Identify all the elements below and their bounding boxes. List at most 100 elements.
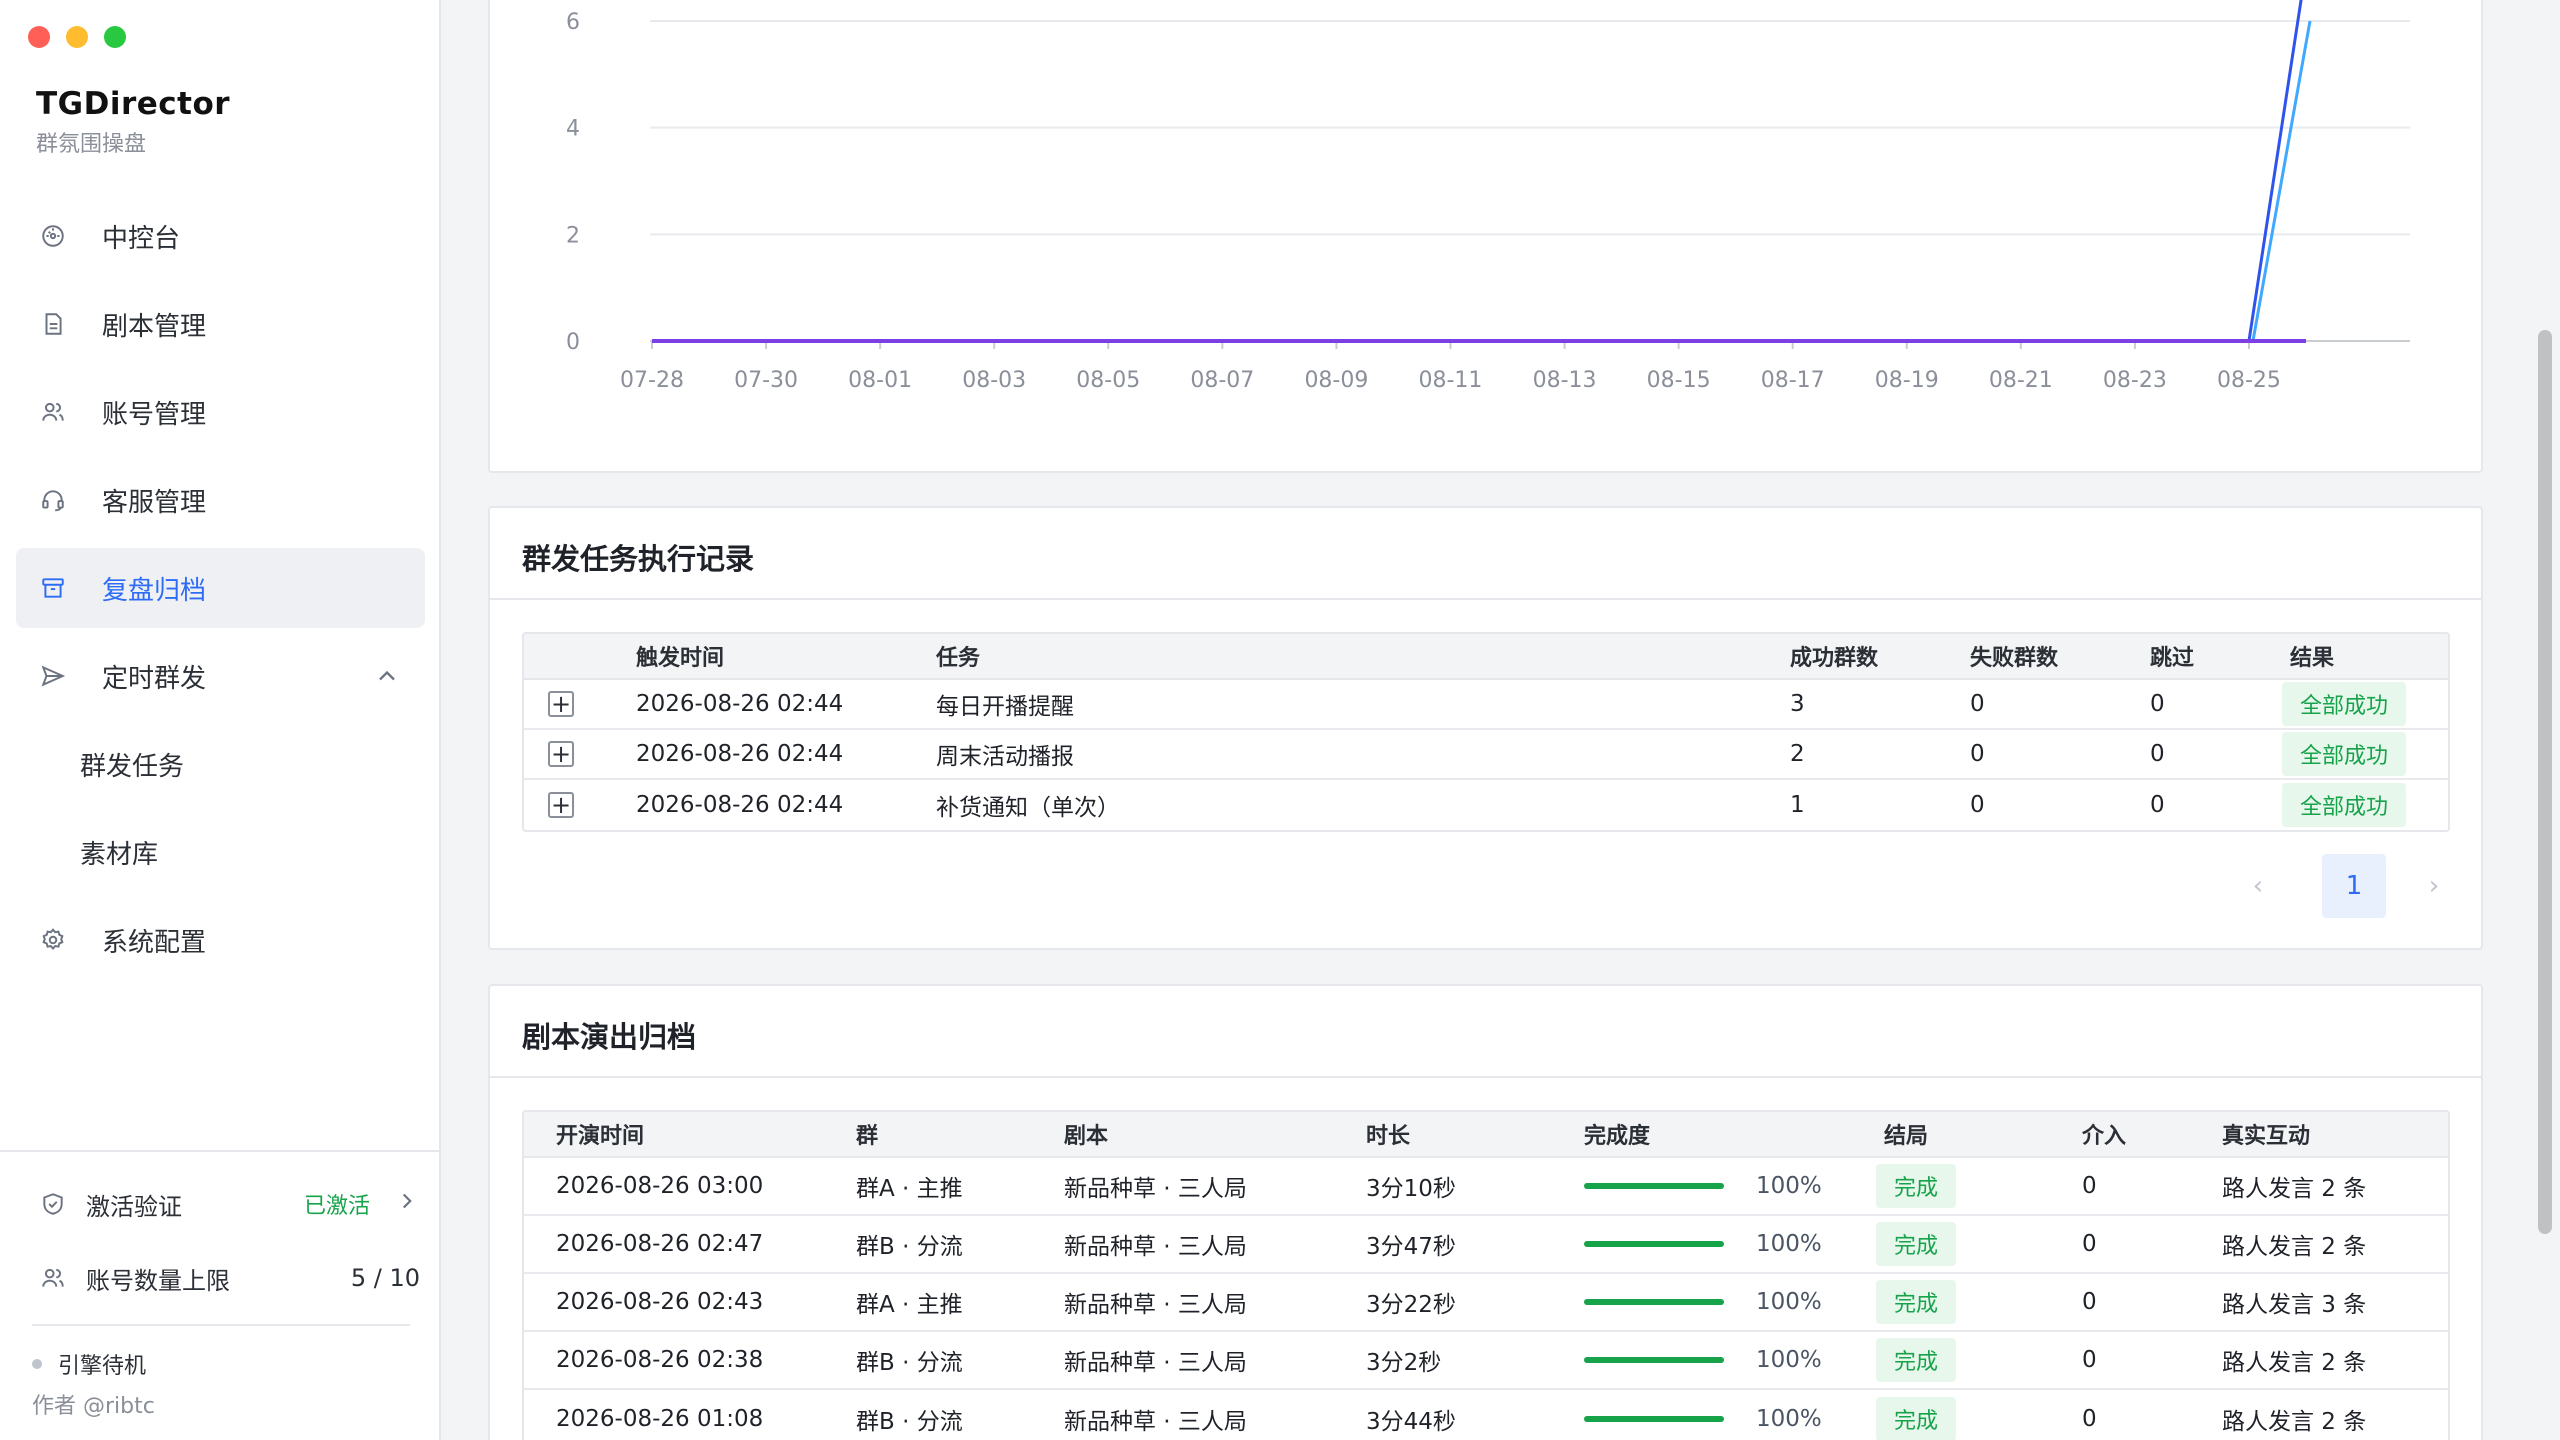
sidebar-item-label: 客服管理 [102,487,207,518]
y-tick-label: 0 [566,330,580,355]
sidebar-item-media-library[interactable]: 素材库 [16,812,425,892]
x-tick-label: 08-21 [1989,368,2053,393]
group-name: 群A · 主推 [856,1176,963,1202]
table-row[interactable]: 2026-08-26 02:43 群A · 主推 新品种草 · 三人局 3分22秒 10… [524,1274,2448,1332]
trigger-time: 2026-08-26 02:44 [636,792,844,818]
x-tick-label: 08-03 [962,368,1026,393]
result-badge: 全部成功 [2282,682,2407,726]
completion: 100% [1584,1332,1822,1388]
table-row[interactable]: 2026-08-26 01:08 群B · 分流 新品种草 · 三人局 3分44秒 10… [524,1390,2448,1440]
activation-status-badge: 已激活 [303,1194,370,1219]
account-limit-label: 账号数量上限 [86,1266,230,1295]
start-time: 2026-08-26 01:08 [556,1406,764,1432]
failed-count: 0 [1970,792,1985,818]
duration: 3分2秒 [1366,1350,1442,1376]
progress-label: 100% [1756,1406,1822,1432]
sidebar-item-dashboard[interactable]: 中控台 [16,196,425,276]
expand-row-button[interactable]: + [548,730,574,778]
column-header: 时长 [1366,1124,1411,1149]
completion: 100% [1584,1274,1822,1330]
close-window-button[interactable] [28,26,50,48]
sidebar-item-scripts[interactable]: 剧本管理 [16,284,425,364]
divider [490,1076,2481,1078]
send-icon [38,661,68,691]
x-tick-label: 08-23 [2103,368,2167,393]
sidebar-item-label: 素材库 [80,839,159,870]
completion: 100% [1584,1390,1822,1440]
sidebar-item-accounts[interactable]: 账号管理 [16,372,425,452]
table-row[interactable]: 2026-08-26 02:47 群B · 分流 新品种草 · 三人局 3分47秒 10… [524,1216,2448,1274]
column-header: 完成度 [1584,1124,1651,1149]
failed-count: 0 [1970,741,1985,767]
column-header: 真实互动 [2222,1124,2311,1149]
table-row[interactable]: 2026-08-26 02:38 群B · 分流 新品种草 · 三人局 3分2秒 100… [524,1332,2448,1390]
window-controls [28,26,126,48]
table-row[interactable]: + 2026-08-26 02:44 周末活动播报 2 0 0 全部成功 [524,730,2448,780]
activation-row[interactable]: 激活验证 已激活 [40,1184,420,1224]
progress-bar [1584,1357,1724,1363]
sidebar-item-settings[interactable]: 系统配置 [16,900,425,980]
page-number-button[interactable]: 1 [2322,854,2386,918]
completion: 100% [1584,1158,1822,1214]
expand-row-button[interactable]: + [548,680,574,728]
sidebar-nav: 中控台 剧本管理 账号管理 客服管理 复盘归档 定时群发 群发任务 素材库 系统… [16,196,425,988]
trigger-time: 2026-08-26 02:44 [636,741,844,767]
x-tick-label: 08-05 [1076,368,1140,393]
table-row[interactable]: + 2026-08-26 02:44 补货通知（单次） 1 0 0 全部成功 [524,780,2448,830]
page-scrollbar[interactable] [2538,330,2552,1234]
minimize-window-button[interactable] [66,26,88,48]
group-name: 群A · 主推 [856,1292,963,1318]
trend-line-chart: 0 2 4 6 07-28 07-30 08-01 08-03 08-05 08-07 08-09 0… [566,0,2410,393]
column-header: 跳过 [2150,646,2195,671]
document-icon [38,309,68,339]
gear-icon [38,925,68,955]
sidebar-item-broadcast-tasks[interactable]: 群发任务 [16,724,425,804]
script-name: 新品种草 · 三人局 [1064,1409,1247,1435]
column-header: 结局 [1884,1124,1929,1149]
x-tick-label: 08-15 [1647,368,1711,393]
sidebar-item-support[interactable]: 客服管理 [16,460,425,540]
result-badge: 全部成功 [2282,732,2407,776]
chevron-right-icon[interactable] [394,1188,420,1220]
table-row[interactable]: + 2026-08-26 02:44 每日开播提醒 3 0 0 全部成功 [524,680,2448,730]
progress-fill [1584,1299,1724,1305]
sidebar-item-archive[interactable]: 复盘归档 [16,548,425,628]
script-archive-card: 剧本演出归档 开演时间 群 剧本 时长 完成度 结局 介入 真实互动 2026-… [488,984,2483,1440]
sidebar: TGDirector 群氛围操盘 中控台 剧本管理 账号管理 客服管理 复盘归档… [0,0,441,1440]
app-title: TGDirector [36,86,231,122]
plus-icon: + [548,741,574,767]
archive-table: 开演时间 群 剧本 时长 完成度 结局 介入 真实互动 2026-08-26 0… [522,1110,2450,1440]
expand-row-button[interactable]: + [548,780,574,830]
outcome-badge: 完成 [1876,1397,1957,1440]
task-record-card: 群发任务执行记录 触发时间 任务 成功群数 失败群数 跳过 结果 + 2026-… [488,506,2483,950]
start-time: 2026-08-26 02:38 [556,1347,764,1373]
sidebar-item-label: 剧本管理 [102,311,207,342]
progress-label: 100% [1756,1289,1822,1315]
outcome-badge: 完成 [1876,1338,1957,1382]
y-tick-label: 6 [566,10,580,35]
column-header: 结果 [2290,646,2335,671]
success-count: 3 [1790,691,1805,717]
x-tick-label: 08-07 [1190,368,1254,393]
progress-label: 100% [1756,1231,1822,1257]
table-row[interactable]: 2026-08-26 03:00 群A · 主推 新品种草 · 三人局 3分10秒 10… [524,1158,2448,1216]
sidebar-item-scheduled-broadcast[interactable]: 定时群发 [16,636,425,716]
prev-page-button[interactable]: ‹ [2226,854,2290,918]
next-page-button[interactable]: › [2402,854,2466,918]
users-icon [38,397,68,427]
chevron-up-icon[interactable] [373,662,401,690]
archive-rows: 2026-08-26 03:00 群A · 主推 新品种草 · 三人局 3分10秒 10… [524,1158,2448,1440]
skipped-count: 0 [2150,792,2165,818]
x-tick-label: 07-28 [620,368,684,393]
sidebar-item-label: 复盘归档 [102,575,207,606]
real-interaction: 路人发言 3 条 [2222,1292,2367,1318]
app-subtitle: 群氛围操盘 [36,132,147,157]
x-tick-label: 07-30 [734,368,798,393]
success-count: 1 [1790,792,1805,818]
maximize-window-button[interactable] [104,26,126,48]
account-limit-value: 5 / 10 [350,1264,420,1292]
progress-fill [1584,1357,1724,1363]
y-tick-label: 4 [566,117,580,142]
x-tick-label: 08-17 [1761,368,1825,393]
intervene-count: 0 [2082,1289,2097,1315]
